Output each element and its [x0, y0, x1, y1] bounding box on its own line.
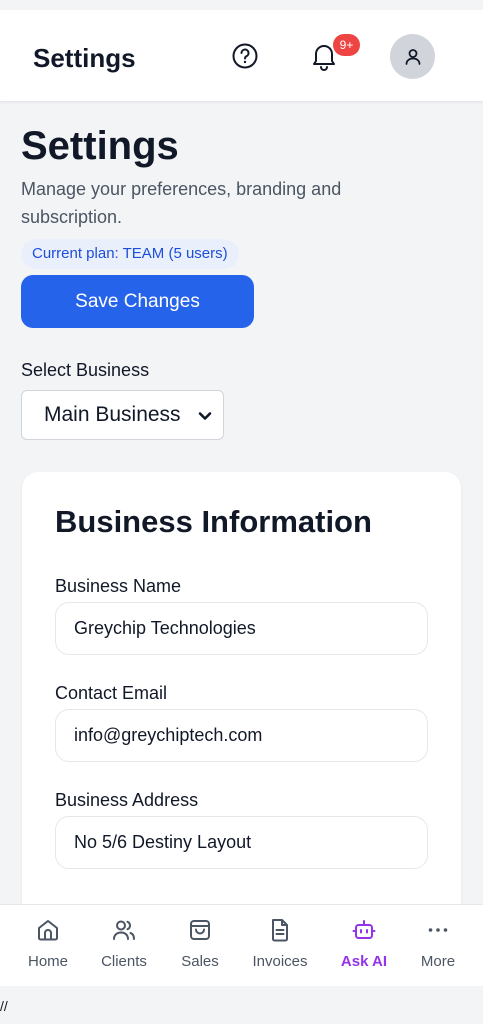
contact-email-label: Contact Email	[55, 683, 168, 703]
business-address-input[interactable]	[55, 816, 428, 869]
chevron-down-icon	[198, 412, 212, 420]
business-name-label: Business Name	[55, 576, 182, 596]
nav-item-invoices[interactable]: Invoices	[248, 905, 312, 987]
bottom-nav: Home Clients Sales Invoices Ask AI More	[0, 904, 483, 986]
nav-label-sales: Sales	[181, 953, 219, 970]
business-address-label: Business Address	[55, 790, 199, 810]
plan-badge: Current plan: TEAM (5 users)	[21, 239, 239, 269]
page-subtitle: Manage your preferences, branding and su…	[21, 179, 342, 227]
nav-item-ask-ai[interactable]: Ask AI	[336, 905, 392, 987]
business-select[interactable]: Main Business	[21, 390, 224, 440]
nav-item-home[interactable]: Home	[20, 905, 76, 987]
nav-label-ask-ai: Ask AI	[340, 953, 388, 970]
nav-label-more: More	[420, 953, 456, 970]
avatar[interactable]	[390, 34, 435, 79]
home-icon	[38, 920, 58, 941]
status-strip	[0, 0, 483, 10]
business-name-input[interactable]	[55, 602, 428, 655]
help-button[interactable]	[230, 41, 260, 71]
select-business-label: Select Business	[21, 360, 150, 380]
shopping-bag-icon	[190, 920, 210, 940]
app-header: Settings 9+	[0, 10, 483, 102]
help-icon	[232, 43, 258, 69]
nav-label-clients: Clients	[101, 953, 147, 970]
save-button[interactable]: Save Changes	[21, 275, 254, 328]
contact-email-input[interactable]	[55, 709, 428, 762]
header-title: Settings	[33, 43, 136, 73]
nav-item-sales[interactable]: Sales	[172, 905, 228, 987]
more-icon	[428, 928, 448, 932]
users-icon	[113, 920, 135, 940]
document-icon	[272, 919, 288, 942]
page-title: Settings	[21, 124, 179, 168]
card-title: Business Information	[55, 504, 372, 539]
nav-item-clients[interactable]: Clients	[96, 905, 152, 987]
footer-text: //	[0, 998, 8, 1014]
nav-label-home: Home	[27, 953, 68, 970]
business-information-card: Business Information Business Name Conta…	[22, 472, 461, 932]
notification-badge: 9+	[333, 34, 360, 56]
business-select-value: Main Business	[44, 403, 181, 426]
bot-icon	[352, 920, 376, 939]
nav-label-invoices: Invoices	[252, 953, 308, 970]
user-icon	[405, 48, 420, 65]
nav-item-more[interactable]: More	[414, 905, 462, 987]
